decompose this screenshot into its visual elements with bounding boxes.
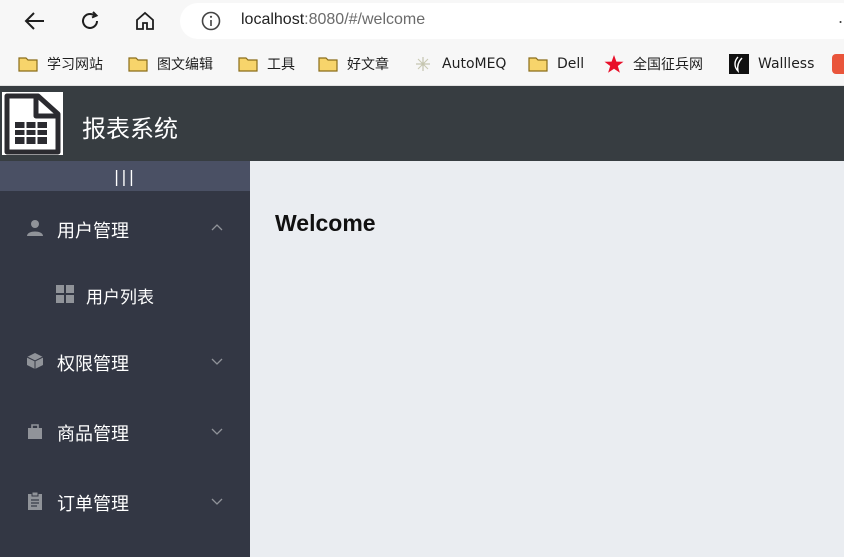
app-title: 报表系统 (82, 115, 178, 143)
folder-icon (528, 55, 548, 73)
folder-icon (318, 55, 338, 73)
wallless-favicon-icon (729, 54, 749, 74)
sidebar-item-label: 订单管理 (57, 494, 129, 515)
grid-icon (56, 285, 74, 303)
back-button[interactable] (20, 6, 50, 36)
sidebar-item-product-management[interactable]: 商品管理 (0, 403, 250, 459)
chevron-down-icon (210, 423, 224, 437)
box-icon (26, 352, 44, 370)
reload-button[interactable] (75, 6, 105, 36)
bookmark-zhengbing[interactable]: 全国征兵网 (604, 53, 703, 75)
bookmark-haowenzhang[interactable]: 好文章 (318, 53, 389, 75)
bookmark-wallless[interactable]: Wallless (729, 53, 814, 75)
back-arrow-icon (24, 12, 44, 30)
address-overflow-char: . (838, 8, 844, 27)
sidebar-item-label: 权限管理 (57, 354, 129, 375)
reload-icon (82, 11, 99, 29)
sidebar-item-user-list[interactable]: 用户列表 (0, 266, 250, 322)
sidebar-item-order-management[interactable]: 订单管理 (0, 473, 250, 529)
sidebar-item-label: 用户列表 (86, 288, 154, 308)
folder-icon (238, 55, 258, 73)
bag-icon (26, 422, 44, 440)
folder-icon (18, 55, 38, 73)
automeq-favicon-icon (413, 55, 433, 73)
bookmark-automeq[interactable]: AutoMEQ (413, 53, 506, 75)
site-info-icon[interactable] (200, 10, 222, 36)
bookmark-label: 工具 (267, 57, 295, 73)
bookmark-label: AutoMEQ (442, 56, 507, 72)
chevron-up-icon (210, 220, 224, 234)
bookmark-label: Dell (557, 56, 585, 72)
overflow-bookmark-icon[interactable] (832, 54, 844, 74)
clipboard-icon (26, 491, 44, 510)
chevron-down-icon (210, 493, 224, 507)
home-icon (136, 11, 154, 30)
bookmark-dell[interactable]: Dell (528, 53, 584, 75)
chevron-down-icon (210, 353, 224, 367)
welcome-heading: Welcome (275, 210, 376, 236)
bookmark-label: 学习网站 (47, 57, 103, 73)
home-button[interactable] (130, 6, 160, 36)
bookmark-label: 全国征兵网 (633, 57, 703, 73)
sidebar-item-user-management[interactable]: 用户管理 (0, 200, 250, 256)
sidebar-item-label: 用户管理 (57, 221, 129, 242)
bookmark-label: 好文章 (347, 57, 389, 73)
star-icon (604, 55, 624, 73)
url-text: localhost:8080/#/welcome (241, 11, 426, 28)
bookmark-label: Wallless (758, 56, 815, 72)
report-logo-icon (2, 92, 63, 155)
folder-icon (128, 55, 148, 73)
sidebar-item-permission-management[interactable]: 权限管理 (0, 333, 250, 389)
bookmark-xuexi[interactable]: 学习网站 (18, 53, 103, 75)
address-bar[interactable]: localhost:8080/#/welcome (180, 3, 844, 39)
browser-toolbar: localhost:8080/#/welcome . (0, 0, 844, 42)
bookmark-label: 图文编辑 (157, 57, 213, 73)
bookmark-tuwen[interactable]: 图文编辑 (128, 53, 213, 75)
bookmark-gongju[interactable]: 工具 (238, 53, 295, 75)
sidebar-item-label: 商品管理 (57, 424, 129, 445)
user-icon (26, 219, 44, 237)
bookmarks-bar: 学习网站 图文编辑 工具 好文章 AutoMEQ Dell 全国征兵网 Wall… (0, 42, 844, 86)
sidebar-toggle-button[interactable]: ||| (0, 161, 250, 191)
